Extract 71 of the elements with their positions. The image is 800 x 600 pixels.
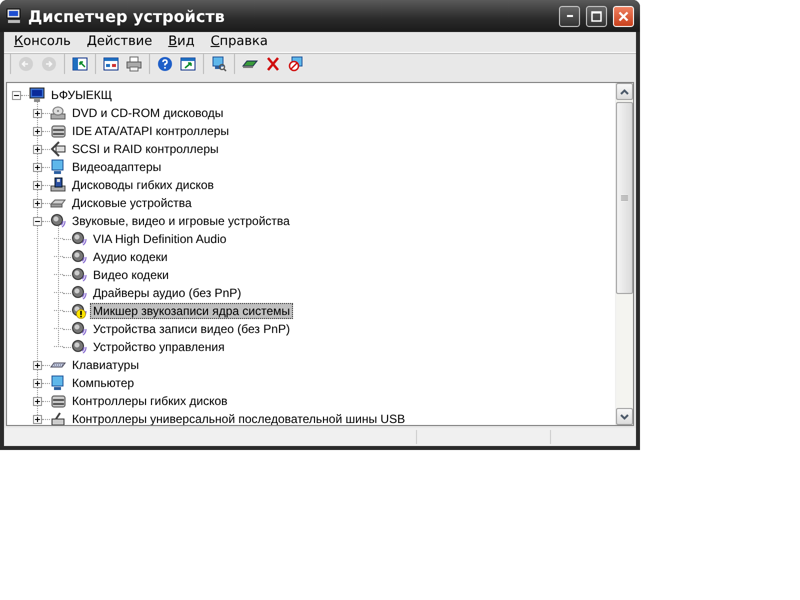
collapse-toggle[interactable] <box>33 216 42 226</box>
disc-drive-icon <box>50 105 66 122</box>
tree-item[interactable]: Микшер звукозаписи ядра системы <box>90 303 294 320</box>
collapse-toggle[interactable] <box>12 90 21 100</box>
uninstall-icon <box>265 56 281 72</box>
scroll-down-button[interactable] <box>616 408 633 426</box>
expand-toggle[interactable] <box>33 414 42 424</box>
tree-item[interactable]: IDE ATA/ATAPI контроллеры <box>69 123 232 140</box>
minimize-button[interactable] <box>559 6 580 26</box>
maximize-icon <box>591 10 602 22</box>
scan-hardware-icon <box>211 56 227 72</box>
expand-toggle[interactable] <box>33 180 42 190</box>
menu-item[interactable]: Справка <box>202 32 276 52</box>
back-icon <box>18 56 34 72</box>
tree-item[interactable]: VIA High Definition Audio <box>90 231 230 248</box>
tree-item[interactable]: ЬФУЫЕКЩ <box>48 87 115 104</box>
close-button[interactable] <box>613 6 634 26</box>
usb-plug-icon <box>50 411 66 426</box>
expand-toggle[interactable] <box>33 198 42 208</box>
speaker-icon <box>71 321 87 338</box>
tree-item[interactable]: Аудио кодеки <box>90 249 171 266</box>
tree-item[interactable]: Дисковые устройства <box>69 195 195 212</box>
menu-item[interactable]: Действие <box>78 32 160 52</box>
menu-item[interactable]: Консоль <box>6 32 79 52</box>
speaker-icon <box>71 267 87 284</box>
scroll-thumb[interactable] <box>616 102 633 294</box>
speaker-icon <box>71 249 87 266</box>
controller-icon <box>50 123 66 140</box>
speaker-icon <box>71 231 87 248</box>
monitor-icon <box>50 375 66 392</box>
tree-item[interactable]: Устройство управления <box>90 339 228 356</box>
maximize-button[interactable] <box>586 6 607 26</box>
tree-item[interactable]: Дисководы гибких дисков <box>69 177 217 194</box>
speaker-icon <box>50 213 66 230</box>
printer-button[interactable] <box>124 54 144 74</box>
expand-toggle[interactable] <box>33 108 42 118</box>
scsi-connector-icon <box>50 141 66 158</box>
properties-icon <box>103 56 119 72</box>
forward-icon <box>41 56 57 72</box>
disable-device-icon <box>288 56 304 72</box>
monitor-icon <box>50 159 66 176</box>
scroll-up-button[interactable] <box>616 83 633 100</box>
menu-item[interactable]: Вид <box>160 32 203 52</box>
tree-item[interactable]: Видео кодеки <box>90 267 172 284</box>
tree-item[interactable]: Звуковые, видео и игровые устройства <box>69 213 293 230</box>
tree-item[interactable]: Устройства записи видео (без PnP) <box>90 321 293 338</box>
expand-toggle[interactable] <box>33 360 42 370</box>
window-title: Диспетчер устройств <box>28 6 226 26</box>
tree-item[interactable]: Клавиатуры <box>69 357 142 374</box>
printer-icon <box>126 56 142 72</box>
vertical-scrollbar[interactable] <box>615 83 633 426</box>
tree-item[interactable]: SCSI и RAID контроллеры <box>69 141 222 158</box>
tree-item[interactable]: DVD и CD-ROM дисководы <box>69 105 226 122</box>
floppy-drive-icon <box>50 177 66 194</box>
tree-item[interactable]: Видеоадаптеры <box>69 159 164 176</box>
tree-panel-icon <box>72 56 88 72</box>
help-icon <box>157 56 173 72</box>
tree-item[interactable]: Компьютер <box>69 375 138 392</box>
expand-toggle[interactable] <box>33 162 42 172</box>
tree-item[interactable]: Драйверы аудио (без PnP) <box>90 285 244 302</box>
tree-item[interactable]: Контроллеры гибких дисков <box>69 393 231 410</box>
expand-toggle[interactable] <box>33 378 42 388</box>
minimize-icon <box>566 15 572 17</box>
controller-icon <box>50 393 66 410</box>
expand-toggle[interactable] <box>33 396 42 406</box>
speaker-icon <box>71 339 87 356</box>
window-computer-icon <box>6 8 22 24</box>
close-icon <box>618 10 629 22</box>
expand-toggle[interactable] <box>33 144 42 154</box>
speaker-icon <box>71 285 87 302</box>
expand-toggle[interactable] <box>33 126 42 136</box>
